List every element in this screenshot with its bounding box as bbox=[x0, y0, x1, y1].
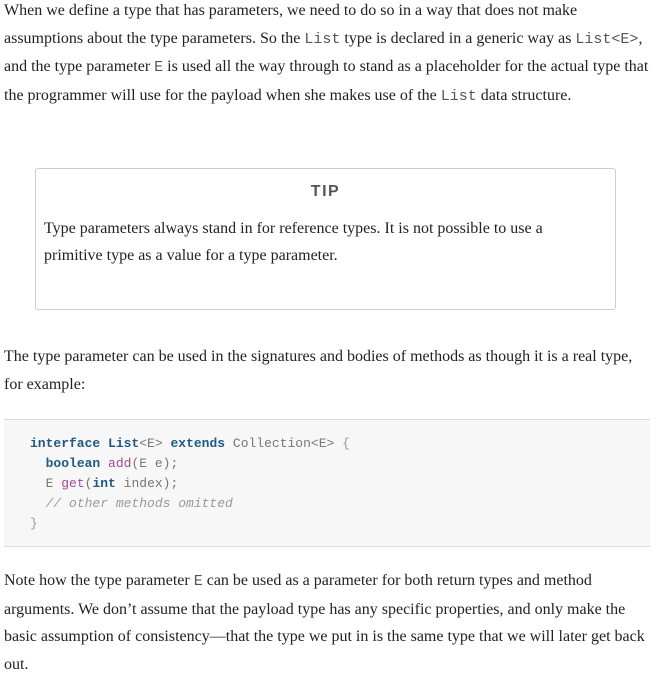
code-comment: // other methods omitted bbox=[45, 496, 233, 511]
example-paragraph: The type parameter can be used in the si… bbox=[4, 348, 633, 393]
code-generic: <E> bbox=[139, 436, 163, 451]
code-open-brace: { bbox=[342, 436, 350, 451]
inline-code-e: E bbox=[154, 59, 164, 76]
code-method-get: get bbox=[61, 476, 85, 491]
code-method-add: add bbox=[108, 456, 132, 471]
tip-callout: TIP Type parameters always stand in for … bbox=[35, 168, 616, 310]
code-listing: interface List<E> extends Collection<E> … bbox=[30, 434, 350, 534]
code-keyword-int: int bbox=[92, 476, 116, 491]
code-keyword-boolean: boolean bbox=[45, 456, 101, 471]
code-add-args: (E e); bbox=[131, 456, 179, 471]
tip-title: TIP bbox=[310, 183, 341, 200]
code-keyword-interface: interface bbox=[30, 436, 101, 451]
inline-code-list: List bbox=[304, 30, 341, 48]
code-return-type-e: E bbox=[45, 476, 54, 491]
code-close-brace: } bbox=[30, 516, 38, 531]
intro-text-5: data structure. bbox=[476, 86, 572, 104]
code-get-args: index); bbox=[123, 476, 179, 491]
intro-text-2: type is declared in a generic way as bbox=[340, 29, 576, 47]
note-text-1: Note how the type parameter bbox=[4, 572, 194, 589]
intro-paragraph: When we define a type that has parameter… bbox=[4, 0, 654, 110]
inline-code-list-2: List bbox=[440, 87, 477, 105]
code-keyword-extends: extends bbox=[170, 436, 226, 451]
tip-body: Type parameters always stand in for refe… bbox=[44, 220, 543, 264]
code-type-name: List bbox=[108, 436, 140, 451]
inline-code-list-generic: List<E> bbox=[575, 30, 639, 48]
inline-code-e-2: E bbox=[193, 573, 203, 590]
code-block: interface List<E> extends Collection<E> … bbox=[4, 419, 650, 547]
note-paragraph: Note how the type parameter E can be use… bbox=[4, 567, 654, 678]
code-parent-type: Collection<E> bbox=[232, 436, 335, 451]
